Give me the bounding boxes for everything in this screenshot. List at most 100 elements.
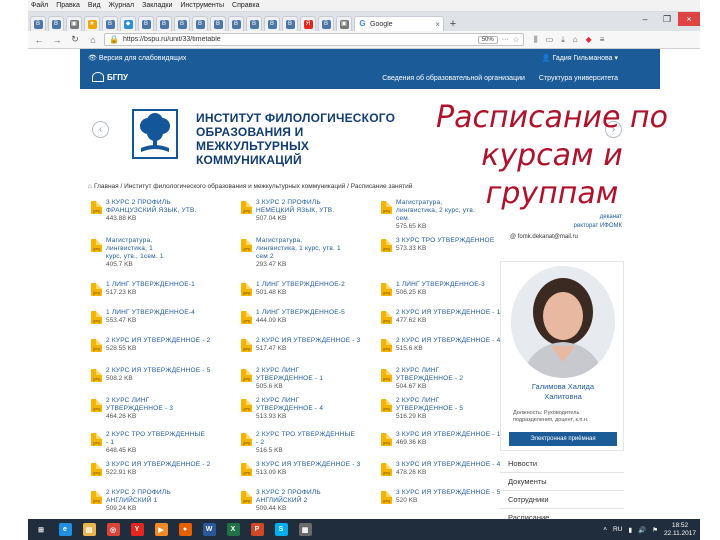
page-actions-icon[interactable]: ··· [502,36,509,43]
accessibility-link[interactable]: 👁 Версия для слабовидящих [88,54,186,62]
flag-icon[interactable]: ⚑ [652,526,658,534]
timetable-file[interactable]: jpeg 3 КУРС ИЯ УТВЕРЖДЕННОЕ - 5 520 KB [381,489,509,517]
file-name[interactable]: 1 ЛИНГ УТВЕРЖДЕННОЕ-4 [106,309,195,317]
file-name[interactable]: 3 КУРС ИЯ УТВЕРЖДЕННОЕ - 4 [396,461,501,469]
file-name[interactable]: Магистратура, лингвистика, 1 курс, утв.,… [106,237,164,261]
browser-tab[interactable]: В [156,16,172,31]
nav-link-structure[interactable]: Структура университета [539,75,618,82]
university-logo[interactable]: БГПУ [92,72,128,82]
new-tab-icon[interactable]: + [446,16,460,31]
timetable-file[interactable]: jpeg 2 КУРС ЛИНГ УТВЕРЖДЕННОЕ - 4 513.93 K… [241,397,369,425]
file-name[interactable]: 2 КУРС ИЯ УТВЕРЖДЕННОЕ - 4 [396,337,501,345]
file-name[interactable]: Магистратура, лингвистика, 1 курс, утв. … [256,237,341,261]
browser-tab[interactable]: ★ [84,16,100,31]
browser-tab[interactable]: В [228,16,244,31]
minimize-icon[interactable]: – [634,12,656,26]
app-icon[interactable]: ▦ [294,520,316,539]
file-name[interactable]: 3 КУРС ТРО УТВЕРЖДЕННОЕ [396,237,494,245]
timetable-file[interactable]: jpeg 2 КУРС ЛИНГ УТВЕРЖДЕННОЕ - 3 464.26 K… [91,397,219,425]
maximize-icon[interactable]: ❐ [656,12,678,26]
menu-item[interactable]: Закладки [142,2,172,9]
file-name[interactable]: 3 КУРС 2 ПРОФИЛЬ АНГЛИЙСКИЙ 2 [256,489,321,505]
timetable-file[interactable]: jpeg 1 ЛИНГ УТВЕРЖДЕННОЕ-3 506.25 KB [381,281,509,309]
address-bar[interactable]: 🔒 https://bspu.ru/unit/33/timetable 50% … [104,33,524,46]
browser-tab[interactable]: В [174,16,190,31]
timetable-file[interactable]: jpeg 3 КУРС ИЯ УТВЕРЖДЕННОЕ - 3 513.09 KB [241,461,369,489]
timetable-file[interactable]: jpeg 2 КУРС ИЯ УТВЕРЖДЕННОЕ - 5 508.2 KB [91,367,219,395]
window-close-icon[interactable]: × [678,12,700,26]
side-menu-documents[interactable]: Документы [500,473,624,491]
contact-link-dean[interactable]: деканат [510,213,622,222]
media-icon[interactable]: ▶ [150,520,172,539]
browser-tab[interactable]: В [210,16,226,31]
timetable-file[interactable]: jpeg 2 КУРС ЛИНГ УТВЕРЖДЕННОЕ - 1 505.6 KB [241,367,369,395]
reception-button[interactable]: Электронная приёмная [509,432,617,446]
timetable-file[interactable]: jpeg 1 ЛИНГ УТВЕРЖДЕННОЕ-1 517.23 KB [91,281,219,309]
person-name[interactable]: Галимова Халида Халитовна [501,382,625,402]
menu-item[interactable]: Инструменты [180,2,224,9]
timetable-file[interactable]: jpeg 2 КУРС ЛИНГ УТВЕРЖДЕННОЕ - 2 504.67 K… [381,367,509,395]
browser-tab[interactable]: В [102,16,118,31]
bookmark-star-icon[interactable]: ☆ [513,36,519,44]
folder-icon[interactable]: ▤ [78,520,100,539]
timetable-file[interactable]: jpeg 2 КУРС ТРО УТВЕРЖДЕННЫЕ - 2 516.5 KB [241,431,369,459]
breadcrumb-home-icon[interactable]: ⌂ [88,183,92,190]
browser-tab[interactable]: В [138,16,154,31]
reload-icon[interactable]: ↻ [68,34,82,45]
back-icon[interactable]: ← [32,35,46,45]
timetable-file[interactable]: jpeg 2 КУРС ИЯ УТВЕРЖДЕННОЕ - 1 477.62 KB [381,309,509,337]
home-icon[interactable]: ⌂ [86,35,100,45]
file-name[interactable]: 2 КУРС ЛИНГ УТВЕРЖДЕННОЕ - 4 [256,397,323,413]
timetable-file[interactable]: jpeg 2 КУРС ИЯ УТВЕРЖДЕННОЕ - 4 515.6 KB [381,337,509,365]
file-name[interactable]: 3 КУРС 2 ПРОФИЛЬ ФРАНЦУЗСКИЙ ЯЗЫК, УТВ. [106,199,197,215]
browser-tab[interactable]: В [264,16,280,31]
url-text[interactable]: https://bspu.ru/unit/33/timetable [123,36,474,43]
file-name[interactable]: 2 КУРС ТРО УТВЕРЖДЕННЫЕ - 2 [256,431,355,447]
side-menu-staff[interactable]: Сотрудники [500,491,624,509]
windows-start-icon[interactable]: ⊞ [30,520,52,539]
timetable-file[interactable]: jpeg 2 КУРС 2 ПРОФИЛЬ АНГЛИЙСКИЙ 1 509.24 … [91,489,219,517]
file-name[interactable]: 2 КУРС ТРО УТВЕРЖДЕННЫЕ - 1 [106,431,205,447]
home-button-icon[interactable]: ⌂ [573,35,578,45]
browser-tab[interactable]: В [30,16,46,31]
browser-tab-active[interactable]: G Google × [354,16,444,31]
timetable-file[interactable]: jpeg 2 КУРС ЛИНГ УТВЕРЖДЕННОЕ - 5 516.29 K… [381,397,509,425]
file-name[interactable]: 2 КУРС ЛИНГ УТВЕРЖДЕННОЕ - 5 [396,397,463,413]
timetable-file[interactable]: jpeg 3 КУРС 2 ПРОФИЛЬ АНГЛИЙСКИЙ 2 509.44 … [241,489,369,517]
timetable-file[interactable]: jpeg Магистратура, лингвистика, 1 курс, у… [91,237,219,268]
file-name[interactable]: 2 КУРС ЛИНГ УТВЕРЖДЕННОЕ - 3 [106,397,173,413]
file-name[interactable]: 2 КУРС 2 ПРОФИЛЬ АНГЛИЙСКИЙ 1 [106,489,171,505]
timetable-file[interactable]: jpeg 3 КУРС ИЯ УТВЕРЖДЕННОЕ - 1 469.36 KB [381,431,509,459]
browser-tab[interactable]: ◆ [120,16,136,31]
browser-tab[interactable]: В [282,16,298,31]
chrome-icon[interactable]: ◎ [102,520,124,539]
firefox-icon[interactable]: ● [174,520,196,539]
user-menu[interactable]: 👤 Гадия Гильманова ▾ [542,54,618,62]
browser-tab[interactable]: ▣ [336,16,352,31]
network-icon[interactable]: ▮ [628,526,632,534]
timetable-file[interactable]: jpeg 3 КУРС ИЯ УТВЕРЖДЕННОЕ - 4 478.26 KB [381,461,509,489]
timetable-file[interactable]: jpeg 3 КУРС 2 ПРОФИЛЬ ФРАНЦУЗСКИЙ ЯЗЫК, У… [91,199,219,227]
file-name[interactable]: 3 КУРС ИЯ УТВЕРЖДЕННОЕ - 5 [396,489,501,497]
timetable-file[interactable]: jpeg 1 ЛИНГ УТВЕРЖДЕННОЕ-4 553.47 KB [91,309,219,337]
zoom-level[interactable]: 50% [477,35,498,44]
excel-icon[interactable]: X [222,520,244,539]
file-name[interactable]: 2 КУРС ИЯ УТВЕРЖДЕННОЕ - 1 [396,309,501,317]
nav-link-org-info[interactable]: Сведения об образовательной организации [382,75,525,82]
contact-link-office[interactable]: ректорат ИФОМК [510,222,622,231]
timetable-file[interactable]: jpeg 2 КУРС ТРО УТВЕРЖДЕННЫЕ - 1 648.45 KB [91,431,219,459]
carousel-prev-icon[interactable]: ‹ [92,121,109,138]
timetable-file[interactable]: jpeg 3 КУРС 2 ПРОФИЛЬ НЕМЕЦКИЙ ЯЗЫК, УТВ.… [241,199,369,227]
addon-icon[interactable]: ◆ [586,35,592,45]
timetable-file[interactable]: jpeg 3 КУРС ИЯ УТВЕРЖДЕННОЕ - 2 522.91 KB [91,461,219,489]
close-tab-icon[interactable]: × [435,20,440,29]
language-indicator[interactable]: RU [613,526,622,533]
browser-tab[interactable]: Я [300,16,316,31]
file-name[interactable]: 1 ЛИНГ УТВЕРЖДЕННОЕ-2 [256,281,345,289]
browser-tab[interactable]: В [192,16,208,31]
file-name[interactable]: 3 КУРС ИЯ УТВЕРЖДЕННОЕ - 2 [106,461,211,469]
file-name[interactable]: 1 ЛИНГ УТВЕРЖДЕННОЕ-5 [256,309,345,317]
menu-item[interactable]: Файл [31,2,48,9]
word-icon[interactable]: W [198,520,220,539]
clock[interactable]: 18:52 22.11.2017 [664,522,696,538]
